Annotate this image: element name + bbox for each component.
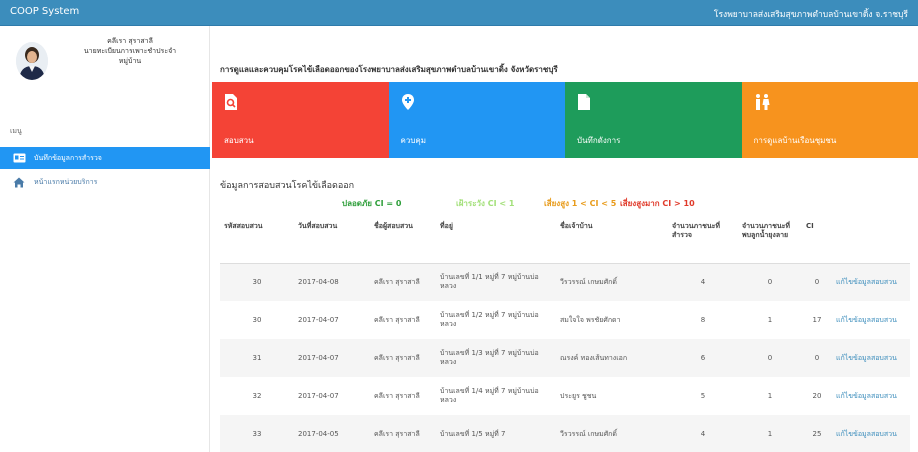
- edit-link[interactable]: แก้ไขข้อมูลสอบสวน: [836, 430, 897, 438]
- card-label: สอบสวน: [224, 136, 254, 145]
- table-row: 32 2017-04-07 คลีเรา สุราสาลี บ้านเลขที่…: [220, 377, 910, 415]
- brand-logo-text[interactable]: COOP System: [10, 6, 79, 17]
- cell-id: 33: [220, 415, 294, 452]
- sidebar-item-label: บันทึกข้อมูลการสำรวจ: [34, 153, 102, 162]
- column-header: ชื่อผู้สอบสวน: [370, 219, 436, 264]
- edit-link[interactable]: แก้ไขข้อมูลสอบสวน: [836, 316, 897, 324]
- cell-id: 30: [220, 263, 294, 301]
- card-investigate[interactable]: สอบสวน: [212, 82, 389, 158]
- card-record[interactable]: บันทึกดังการ: [565, 82, 742, 158]
- people-icon: [754, 94, 769, 110]
- cell-larvae: 1: [767, 315, 773, 324]
- table-row: 30 2017-04-07 คลีเรา สุราสาลี บ้านเลขที่…: [220, 301, 910, 339]
- cell-larvae: 0: [738, 339, 802, 377]
- cell-owner: ประยูร ชูชน: [560, 391, 597, 400]
- search-document-icon: [224, 94, 238, 110]
- cell-address: บ้านเลขที่ 1/3 หมู่ที่ 7 หมู่บ้านบ่อหลวง: [436, 339, 556, 377]
- legend-watch: เฝ้าระวัง CI < 1: [456, 199, 515, 208]
- cell-date: 2017-04-07: [294, 339, 370, 377]
- cell-address: บ้านเลขที่ 1/1 หมู่ที่ 7 หมู่บ้านบ่อหลวง: [436, 263, 556, 301]
- document-icon: [577, 94, 591, 110]
- user-role-2: หมู่บ้าน: [118, 57, 142, 65]
- cell-owner: ณรงค์ ทองเส้นทางเอก: [556, 339, 668, 377]
- card-label: การดูแลบ้านเรือนชุมชน: [753, 136, 837, 145]
- table-row: 30 2017-04-08 คลีเรา สุราสาลี บ้านเลขที่…: [220, 263, 910, 301]
- cell-ci: 0: [802, 263, 832, 301]
- id-card-icon: [12, 152, 26, 164]
- cell-owner: วีรวรรณ์ เกษมศักดิ์: [556, 415, 668, 452]
- cell-date: 2017-04-07: [298, 315, 339, 324]
- cell-ci: 0: [802, 339, 832, 377]
- organization-name: โรงพยาบาลส่งเสริมสุขภาพตำบลบ้านเขาดิ้ง จ…: [713, 10, 908, 20]
- column-header: รหัสสอบสวน: [220, 219, 294, 264]
- map-pin-plus-icon: [401, 94, 415, 110]
- cell-investigator: คลีเรา สุราสาลี: [370, 339, 436, 377]
- action-cards: สอบสวน ควบคุม บันทึกดังการ การดูแลบ้านเร…: [212, 82, 918, 158]
- cell-larvae: 0: [738, 263, 802, 301]
- cell-larvae: 1: [738, 415, 802, 452]
- cell-larvae: 1: [767, 391, 773, 400]
- cell-date: 2017-04-05: [294, 415, 370, 452]
- sidebar: คลีเรา สุราสาลี นายทะเบียนการเพาะชำประจำ…: [0, 26, 210, 452]
- column-header: จำนวนภาชนะที่พบลูกน้ำยุงลาย: [738, 219, 802, 264]
- home-icon: [12, 176, 26, 188]
- card-control[interactable]: ควบคุม: [388, 82, 565, 158]
- cell-containers: 5: [700, 391, 706, 400]
- cell-id: 30: [252, 315, 262, 324]
- sidebar-item-survey[interactable]: บันทึกข้อมูลการสำรวจ: [0, 147, 210, 169]
- card-label: บันทึกดังการ: [577, 136, 621, 145]
- cell-containers: 6: [668, 339, 738, 377]
- table-header-row: รหัสสอบสวน วันที่สอบสวน ชื่อผู้สอบสวน ที…: [220, 219, 910, 264]
- cell-investigator: คลีเรา สุราสาลี: [370, 415, 436, 452]
- sidebar-item-label: หน้าแรกหน่วยบริการ: [34, 177, 98, 186]
- cell-address: บ้านเลขที่ 1/2 หมู่ที่ 7 หมู่บ้านบ่อหลวง: [440, 311, 539, 328]
- column-header: CI: [802, 219, 832, 264]
- edit-link[interactable]: แก้ไขข้อมูลสอบสวน: [836, 354, 897, 362]
- investigation-table: รหัสสอบสวน วันที่สอบสวน ชื่อผู้สอบสวน ที…: [220, 219, 910, 452]
- avatar: [16, 42, 48, 80]
- cell-id: 32: [252, 391, 262, 400]
- top-navbar: COOP System โรงพยาบาลส่งเสริมสุขภาพตำบลบ…: [0, 0, 918, 26]
- cell-ci: 20: [812, 391, 822, 400]
- column-header: [832, 219, 910, 264]
- column-header: วันที่สอบสวน: [294, 219, 370, 264]
- cell-containers: 4: [668, 415, 738, 452]
- cell-investigator: คลีเรา สุราสาลี: [374, 391, 420, 400]
- user-name: คลีเรา สุราสาลี: [107, 37, 153, 45]
- card-household-care[interactable]: การดูแลบ้านเรือนชุมชน: [741, 82, 918, 158]
- edit-link[interactable]: แก้ไขข้อมูลสอบสวน: [836, 392, 897, 400]
- cell-date: 2017-04-08: [294, 263, 370, 301]
- cell-investigator: คลีเรา สุราสาลี: [374, 315, 420, 324]
- table-row: 33 2017-04-05 คลีเรา สุราสาลี บ้านเลขที่…: [220, 415, 910, 452]
- cell-containers: 4: [668, 263, 738, 301]
- cell-containers: 8: [700, 315, 706, 324]
- cell-owner: สมใจใจ พรชัยศักดา: [560, 315, 621, 324]
- cell-id: 31: [220, 339, 294, 377]
- cell-ci: 17: [812, 315, 822, 324]
- cell-owner: วีรวรรณ์ เกษมศักดิ์: [556, 263, 668, 301]
- main-content: การดูแลและควบคุมโรคไข้เลือดออกของโรงพยาบ…: [212, 26, 918, 452]
- section-title: ข้อมูลการสอบสวนโรคไข้เลือดออก: [220, 181, 355, 191]
- column-header: ที่อยู่: [436, 219, 556, 264]
- cell-address: บ้านเลขที่ 1/4 หมู่ที่ 7 หมู่บ้านบ่อหลวง: [440, 387, 539, 404]
- column-header: จำนวนภาชนะที่สำรวจ: [668, 219, 738, 264]
- user-panel: คลีเรา สุราสาลี นายทะเบียนการเพาะชำประจำ…: [0, 26, 210, 112]
- legend-safe: ปลอดภัย CI = 0: [342, 199, 402, 208]
- card-label: ควบคุม: [400, 136, 427, 145]
- user-info: คลีเรา สุราสาลี นายทะเบียนการเพาะชำประจำ…: [60, 36, 200, 66]
- legend-very-high-risk: เสี่ยงสูงมาก CI > 10: [620, 199, 695, 208]
- column-header: ชื่อเจ้าบ้าน: [556, 219, 668, 264]
- page-title: การดูแลและควบคุมโรคไข้เลือดออกของโรงพยาบ…: [220, 65, 558, 74]
- table-row: 31 2017-04-07 คลีเรา สุราสาลี บ้านเลขที่…: [220, 339, 910, 377]
- cell-address: บ้านเลขที่ 1/5 หมู่ที่ 7: [436, 415, 556, 452]
- cell-date: 2017-04-07: [298, 391, 339, 400]
- cell-investigator: คลีเรา สุราสาลี: [370, 263, 436, 301]
- edit-link[interactable]: แก้ไขข้อมูลสอบสวน: [836, 278, 897, 286]
- menu-header: เมนู: [10, 127, 22, 135]
- sidebar-item-home[interactable]: หน้าแรกหน่วยบริการ: [0, 171, 210, 193]
- legend-high-risk: เสี่ยงสูง 1 < CI < 5: [544, 199, 617, 208]
- user-role: นายทะเบียนการเพาะชำประจำ: [83, 47, 177, 55]
- cell-ci: 25: [802, 415, 832, 452]
